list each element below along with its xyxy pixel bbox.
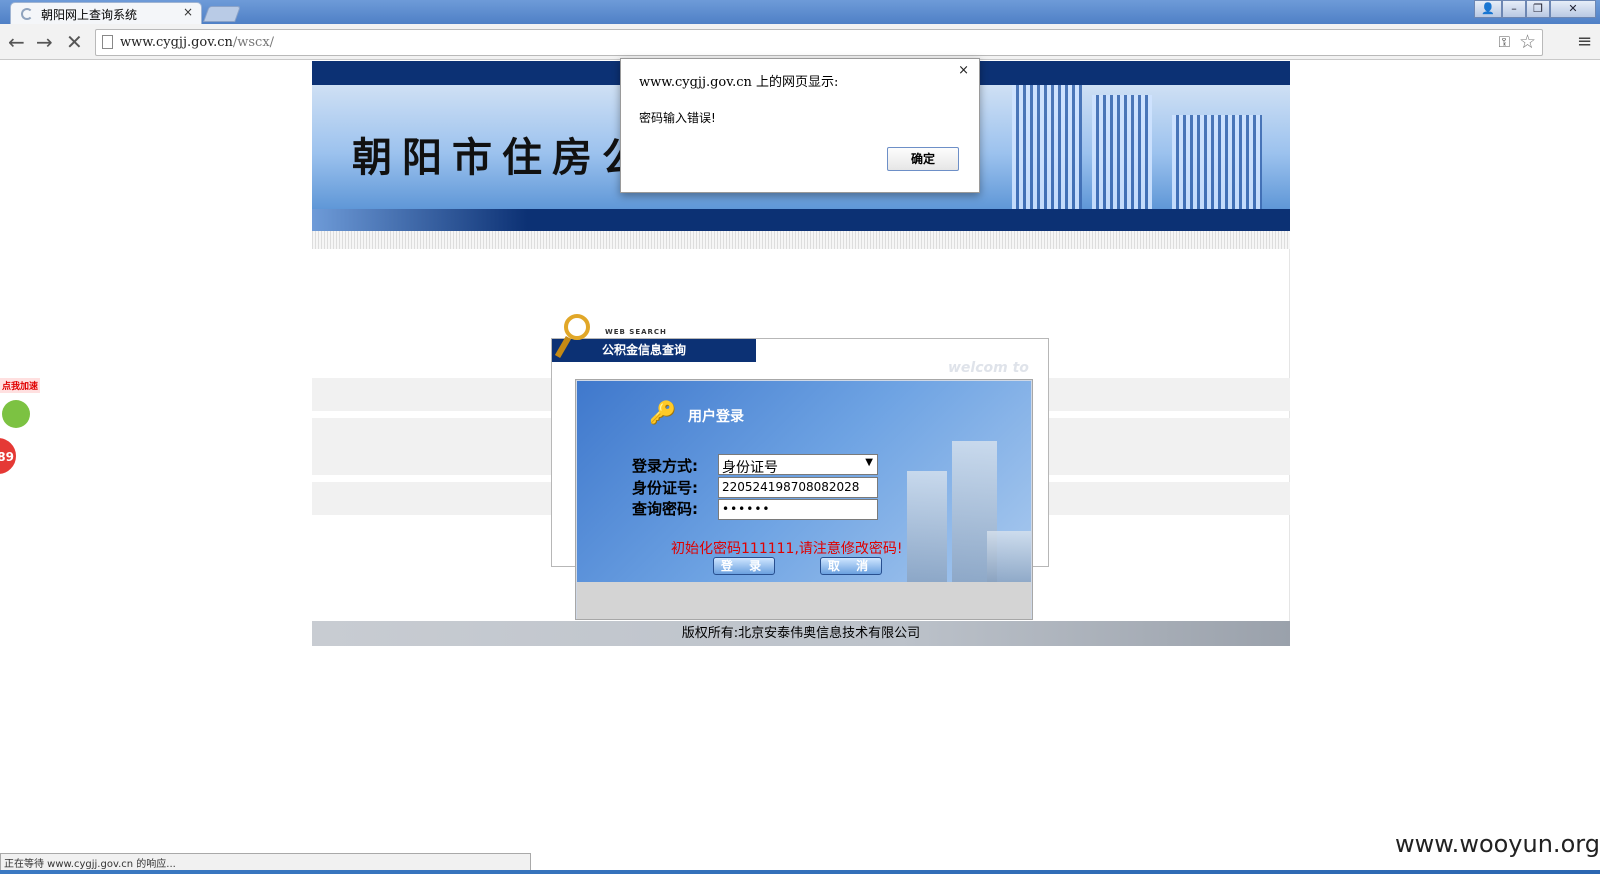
tab-title: 朝阳网上查询系统 — [41, 8, 138, 22]
alert-dialog: www.cygjj.gov.cn 上的网页显示: × 密码输入错误! 确定 — [620, 58, 980, 193]
stop-loading-icon[interactable]: ✕ — [66, 32, 83, 52]
password-label: 查询密码: — [632, 500, 698, 518]
dialog-ok-button[interactable]: 确定 — [887, 147, 959, 171]
keys-icon: 🔑 — [649, 401, 677, 426]
magnifier-icon — [564, 314, 590, 340]
url-host: www.cygjj.gov.cn — [120, 35, 233, 50]
watermark: www.wooyun.org — [1395, 830, 1600, 858]
speedup-label[interactable]: 点我加速 — [0, 378, 41, 393]
browser-toolbar: ← → ✕ www.cygjj.gov.cn/wscx/ ⚿ ☆ ≡ — [0, 24, 1600, 60]
password-hint: 初始化密码111111,请注意修改密码! — [671, 541, 903, 557]
status-bar: 正在等待 www.cygjj.gov.cn 的响应... — [0, 853, 531, 870]
title-bar — [0, 0, 1600, 24]
back-arrow-icon[interactable]: ← — [8, 32, 25, 52]
browser-tab[interactable]: 朝阳网上查询系统 × — [10, 2, 202, 24]
bookmark-star-icon[interactable]: ☆ — [1519, 31, 1536, 53]
speedup-mascot-icon[interactable] — [2, 400, 30, 428]
copyright-footer: 版权所有:北京安泰伟奥信息技术有限公司 — [312, 621, 1290, 646]
tab-close-icon[interactable]: × — [183, 5, 193, 19]
login-box-footer — [577, 582, 1031, 619]
login-button[interactable]: 登 录 — [713, 557, 775, 575]
login-method-value: 身份证号 — [722, 460, 778, 476]
url-text: www.cygjj.gov.cn/wscx/ — [120, 35, 274, 50]
taskbar-strip — [0, 870, 1600, 874]
menu-icon[interactable]: ≡ — [1577, 33, 1592, 51]
new-tab-button[interactable] — [203, 6, 241, 22]
address-bar[interactable]: www.cygjj.gov.cn/wscx/ ⚿ ☆ — [95, 29, 1543, 56]
password-input[interactable]: •••••• — [718, 499, 878, 520]
loading-spinner-icon — [21, 8, 33, 20]
login-title: 用户登录 — [688, 409, 744, 425]
dialog-message: 密码输入错误! — [639, 111, 716, 125]
url-path: /wscx/ — [232, 35, 275, 50]
building-graphic — [1092, 95, 1152, 209]
page-icon — [102, 35, 113, 49]
maximize-button[interactable]: ❐ — [1526, 0, 1550, 18]
login-method-label: 登录方式: — [632, 457, 698, 475]
banner-bottom-strip — [312, 209, 1290, 231]
web-search-tag: WEB SEARCH — [605, 328, 667, 336]
building-graphic — [1012, 85, 1082, 209]
id-number-label: 身份证号: — [632, 479, 698, 497]
key-icon[interactable]: ⚿ — [1499, 33, 1510, 51]
dropdown-arrow-icon: ▼ — [865, 457, 873, 468]
dialog-close-icon[interactable]: × — [958, 63, 969, 78]
panel-tab-label: 公积金信息查询 — [552, 339, 756, 362]
building-graphic — [1172, 115, 1262, 209]
user-profile-button[interactable]: 👤 — [1474, 0, 1502, 18]
speedup-count-badge[interactable]: 89 — [0, 436, 18, 476]
id-number-input[interactable]: 220524198708082028 — [718, 477, 878, 498]
minimize-button[interactable]: – — [1502, 0, 1526, 18]
dialog-title: www.cygjj.gov.cn 上的网页显示: — [639, 75, 839, 90]
close-window-button[interactable]: ✕ — [1550, 0, 1596, 18]
forward-arrow-icon[interactable]: → — [36, 32, 53, 52]
dotted-divider — [312, 231, 1290, 249]
cancel-button[interactable]: 取 消 — [820, 557, 882, 575]
building-graphic — [907, 471, 947, 582]
login-method-select[interactable]: 身份证号 ▼ — [718, 454, 878, 476]
welcome-text: welcom to — [948, 360, 1029, 376]
building-graphic — [987, 531, 1031, 582]
